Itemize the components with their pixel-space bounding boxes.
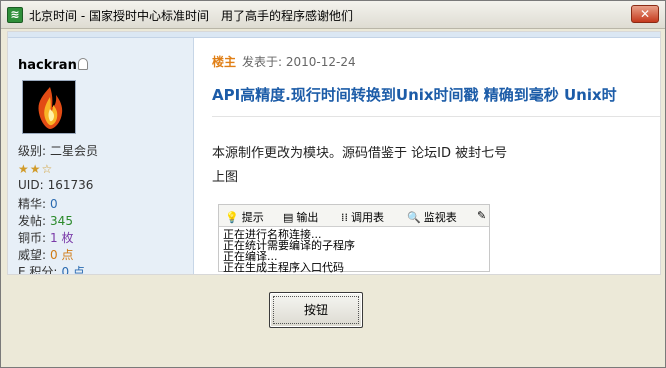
user-info-panel: hackran 级别: 二星会员 ★★☆ UID: 161736 精华: 0 发… (8, 38, 194, 275)
app-icon: ≋ (7, 7, 23, 23)
jinghua-label: 精华: (18, 197, 47, 211)
output-tab: ▤ 输出 (283, 209, 318, 225)
eccredit-row: E 积分: 0 点 (18, 263, 85, 275)
pencil-icon: ✎ (477, 209, 487, 222)
prestige-label: 威望: (18, 248, 47, 262)
level-row: 级别: 二星会员 (18, 142, 98, 159)
jinghua-value[interactable]: 0 (50, 197, 58, 211)
watch-label: 监视表 (423, 211, 457, 224)
post-meta: 楼主 发表于: 2010-12-24 (212, 53, 356, 70)
close-button[interactable]: ✕ (631, 5, 659, 23)
eccredit-value: 0 点 (61, 265, 85, 275)
posts-row: 发帖: 345 (18, 212, 73, 229)
level-label: 级别: (18, 144, 47, 158)
compile-log: 正在进行名称连接... 正在统计需要编译的子程序 正在编译... 正在生成主程序… (223, 229, 355, 273)
uid-value: 161736 (47, 178, 94, 192)
prestige-row: 威望: 0 点 (18, 246, 74, 263)
lightbulb-icon: 💡 (225, 211, 239, 224)
eccredit-label: E 积分: (18, 265, 58, 275)
post-content: 楼主 发表于: 2010-12-24 API高精度.现行时间转换到Unix时间戳 … (204, 38, 660, 274)
output-icon: ▤ (283, 211, 294, 224)
title-bar[interactable]: ≋ 北京时间 - 国家授时中心标准时间 用了高手的程序感谢他们 ✕ (1, 1, 665, 29)
post-line-1: 本源制作更改为模块。源码借鉴于 论坛ID 被封七号 (212, 146, 508, 161)
calltable-tab: ⁞⁞ 调用表 (341, 209, 384, 225)
owner-badge: 楼主 (212, 55, 237, 69)
log-line: 正在生成主程序入口代码 (223, 261, 344, 274)
close-icon: ✕ (639, 7, 651, 21)
window-title: 北京时间 - 国家授时中心标准时间 用了高手的程序感谢他们 (29, 9, 353, 23)
embedded-screenshot: 💡 提示 ▤ 输出 ⁞⁞ 调用表 🔍 监视表 ✎ 正在进行名称连接... 正在统… (218, 204, 490, 273)
app-window: ≋ 北京时间 - 国家授时中心标准时间 用了高手的程序感谢他们 ✕ hackra… (0, 0, 666, 368)
magnifier-icon: 🔍 (407, 211, 421, 224)
jinghua-row: 精华: 0 (18, 195, 58, 212)
output-label: 输出 (296, 211, 319, 224)
tip-label: 提示 (241, 211, 264, 224)
calltable-label: 调用表 (351, 211, 384, 224)
calltable-icon: ⁞⁞ (341, 211, 348, 224)
prestige-value: 0 点 (50, 248, 74, 262)
coins-row: 铜币: 1 枚 (18, 229, 74, 246)
main-button[interactable]: 按钮 (269, 292, 363, 328)
posts-value[interactable]: 345 (50, 214, 73, 228)
username-link[interactable]: hackran (18, 58, 77, 73)
coins-label: 铜币: (18, 231, 47, 245)
coins-value: 1 枚 (50, 231, 74, 245)
posts-label: 发帖: (18, 214, 47, 228)
title-divider (212, 116, 660, 117)
uid-label: UID: (18, 178, 44, 192)
user-icon (78, 58, 88, 70)
uid-row: UID: 161736 (18, 178, 93, 192)
main-button-label: 按钮 (303, 303, 328, 317)
edit-tab: ✎ (477, 209, 489, 222)
embedded-toolbar: 💡 提示 ▤ 输出 ⁞⁞ 调用表 🔍 监视表 ✎ (219, 205, 489, 227)
post-title[interactable]: API高精度.现行时间转换到Unix时间戳 精确到毫秒 Unix时 (212, 84, 660, 110)
avatar[interactable] (22, 80, 76, 134)
tip-tab: 💡 提示 (225, 209, 264, 225)
post-line-2: 上图 (212, 170, 239, 185)
level-value: 二星会员 (50, 144, 99, 158)
web-view[interactable]: hackran 级别: 二星会员 ★★☆ UID: 161736 精华: 0 发… (7, 31, 661, 275)
rating-stars: ★★☆ (18, 162, 54, 176)
fire-emblem-icon (23, 81, 75, 133)
watch-tab: 🔍 监视表 (407, 209, 457, 225)
post-date: 发表于: 2010-12-24 (242, 55, 356, 69)
